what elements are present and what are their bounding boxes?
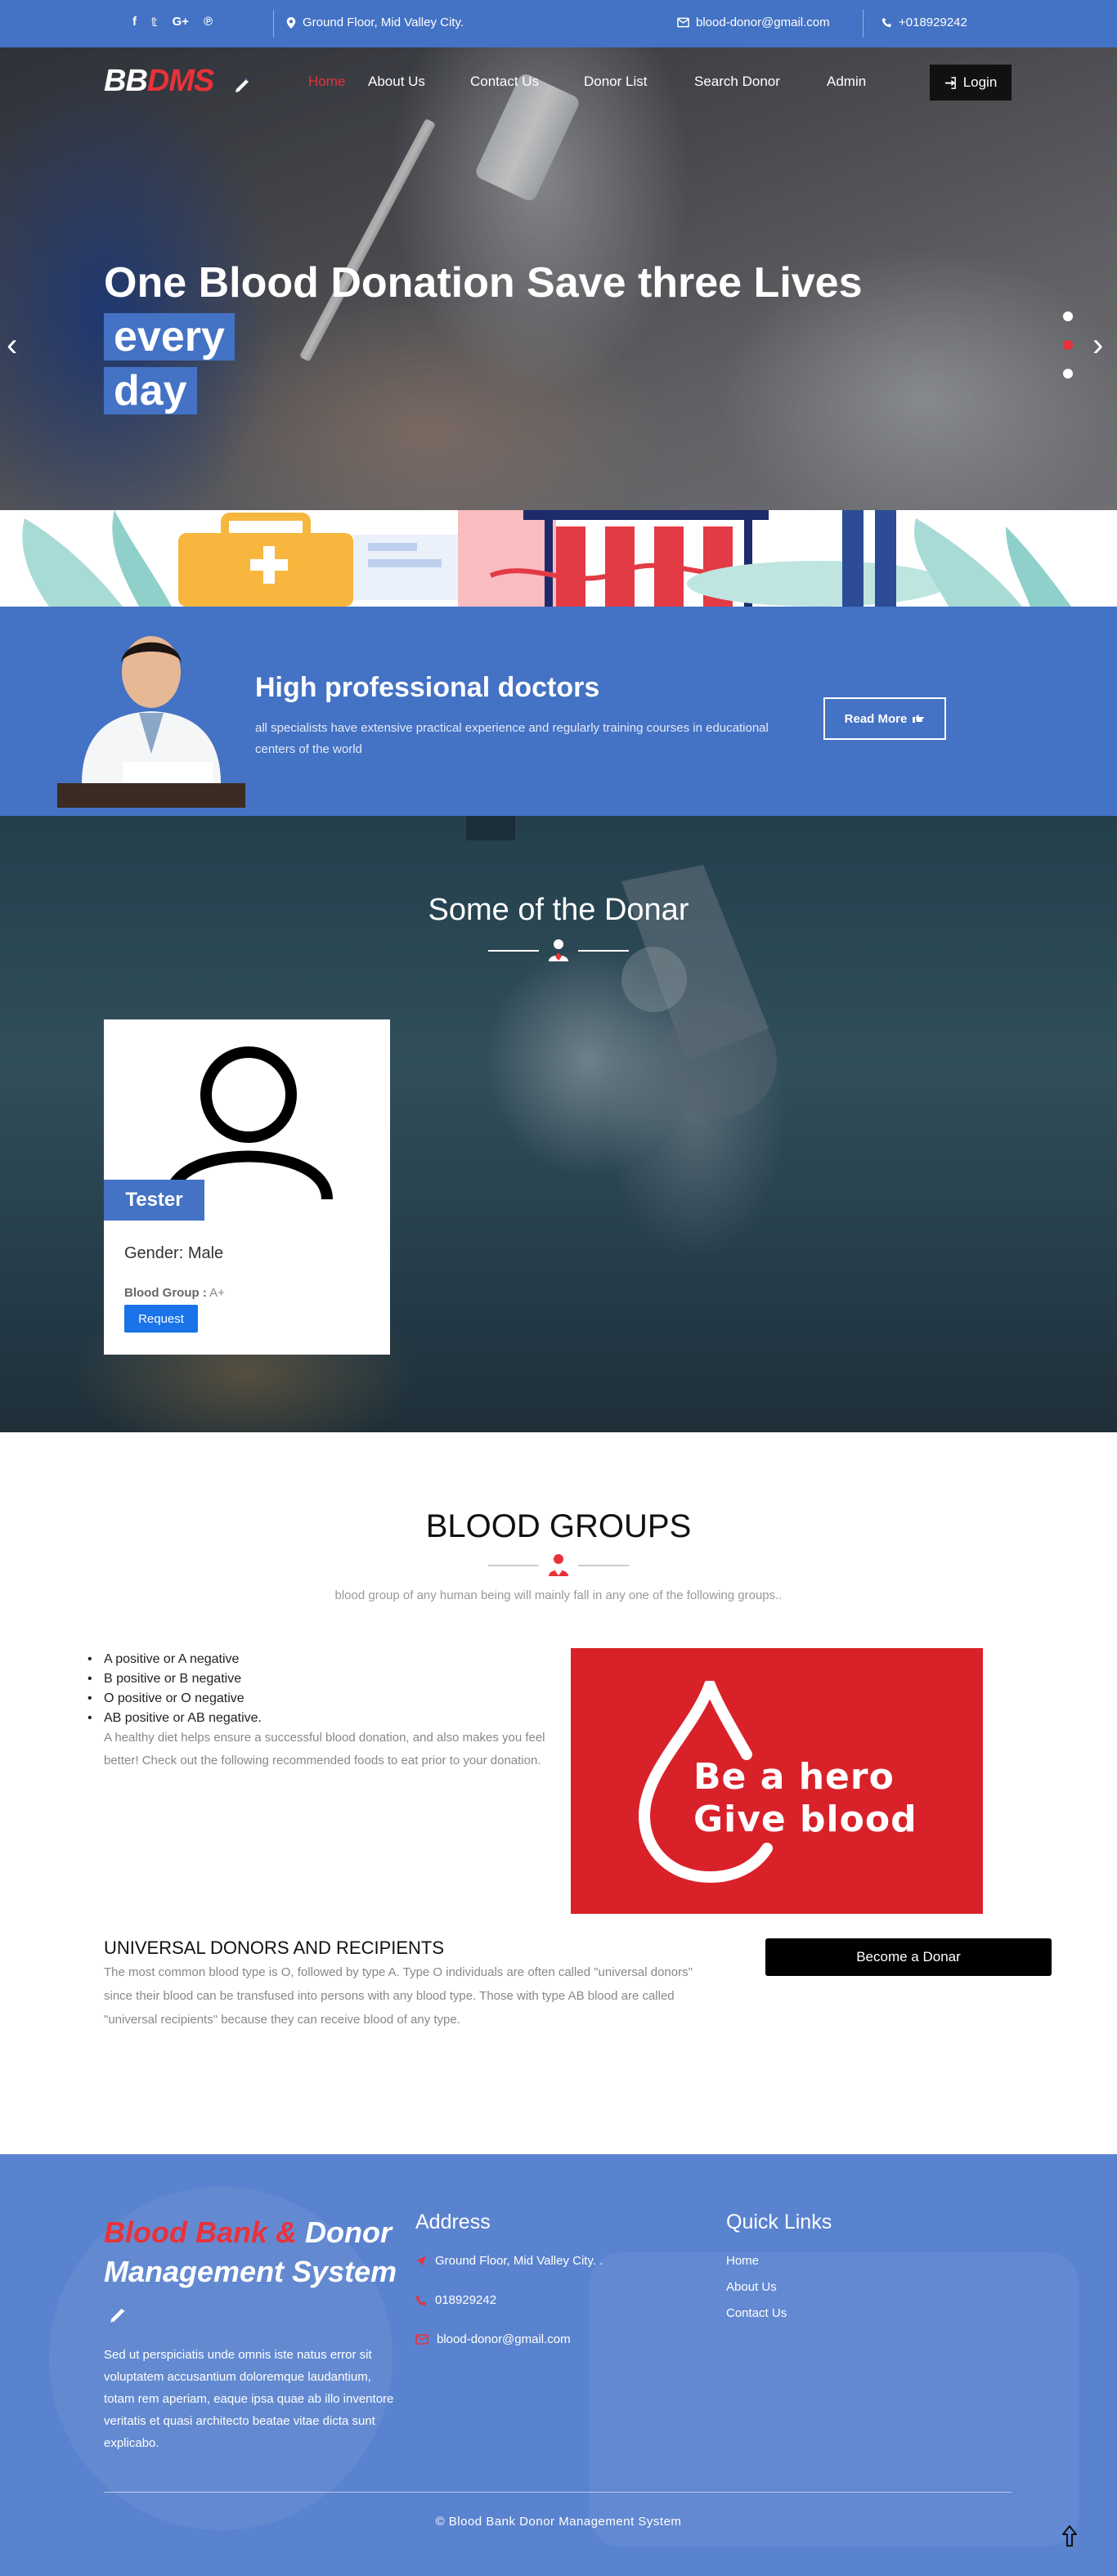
social-links: f 𝕥 G+ ℗ [132, 15, 213, 29]
doctors-description: all specialists have extensive practical… [255, 721, 769, 756]
nav-home[interactable]: Home [308, 74, 345, 90]
hero-title-main: One Blood Donation Save three Lives [104, 259, 863, 307]
pen-icon [110, 2306, 125, 2323]
top-contact-bar: f 𝕥 G+ ℗ Ground Floor, Mid Valley City. … [0, 0, 1117, 47]
doctor-image [57, 636, 245, 808]
slider-dot-3[interactable] [1063, 369, 1073, 379]
topbar-phone-text: +018929242 [899, 16, 967, 29]
site-logo[interactable]: BBDMS [104, 64, 249, 99]
donor-blood-group: Blood Group : A+ [124, 1286, 225, 1300]
nav-about-us[interactable]: About Us [368, 74, 425, 90]
section-divider [488, 939, 629, 961]
blood-groups-subtitle: blood group of any human being will main… [334, 1588, 783, 1602]
donor-name-badge: Tester [104, 1180, 204, 1221]
blood-group-value: A+ [209, 1286, 225, 1300]
universal-donors-title: UNIVERSAL DONORS AND RECIPIENTS [104, 1938, 445, 1958]
image-text-line-2: Give blood [693, 1799, 917, 1840]
medical-illustration [22, 510, 1071, 607]
footer-brand-white-1: Donor [305, 2215, 393, 2249]
hero-title-highlight-2: day [104, 367, 197, 414]
slider-next-arrow[interactable]: › [1092, 327, 1103, 364]
donor-icon [549, 939, 568, 961]
nav-admin[interactable]: Admin [827, 74, 866, 90]
footer-link-home[interactable]: Home [726, 2254, 759, 2268]
hero-title-highlight-1: every [104, 313, 235, 361]
map-marker-icon [286, 16, 296, 29]
login-button[interactable]: Login [930, 65, 1012, 101]
phone-icon [881, 17, 892, 28]
read-more-button[interactable]: Read More [823, 697, 946, 740]
doctors-title: High professional doctors [255, 672, 600, 703]
footer-email[interactable]: blood-donor@gmail.com [415, 2332, 571, 2346]
read-more-label: Read More [844, 711, 908, 726]
footer-divider [104, 2492, 1012, 2493]
topbar-email-text: blood-donor@gmail.com [696, 16, 830, 29]
footer-links-heading: Quick Links [726, 2211, 832, 2233]
healthy-diet-paragraph: A healthy diet helps ensure a successful… [104, 1731, 545, 1767]
list-item: AB positive or AB negative. [87, 1709, 262, 1728]
footer-brand: Blood Bank & Donor Management System [104, 2213, 397, 2292]
divider [863, 10, 864, 38]
become-donor-button[interactable]: Become a Donar [765, 1938, 1052, 1976]
blood-groups-list: A positive or A negative B positive or B… [87, 1650, 262, 1728]
envelope-icon [677, 17, 689, 28]
footer-phone[interactable]: 018929242 [415, 2293, 496, 2307]
slider-dot-1[interactable] [1063, 311, 1073, 321]
sign-in-icon [944, 76, 956, 89]
hand-point-right-icon [913, 715, 925, 723]
request-button[interactable]: Request [124, 1305, 198, 1333]
arrow-up-icon[interactable] [1061, 2524, 1079, 2547]
footer-phone-text: 018929242 [435, 2293, 497, 2307]
phone-icon [415, 2295, 427, 2305]
login-label: Login [962, 74, 998, 90]
footer-brand-white-2: Management System [104, 2255, 397, 2288]
nav-contact-us[interactable]: Contact Us [470, 74, 539, 90]
nav-donor-list[interactable]: Donor List [584, 74, 647, 90]
nav-search-donor[interactable]: Search Donor [694, 74, 780, 90]
location-arrow-icon [415, 2256, 427, 2266]
donors-section-title: Some of the Donar [428, 893, 689, 927]
hero-title: One Blood Donation Save three Lives ever… [104, 256, 1003, 418]
logo-bb: BB [104, 64, 148, 98]
doctors-band [0, 607, 1117, 816]
list-item: B positive or B negative [87, 1669, 262, 1689]
footer-link-contact-us[interactable]: Contact Us [726, 2306, 787, 2320]
pinterest-icon[interactable]: ℗ [204, 15, 213, 29]
topbar-address: Ground Floor, Mid Valley City. [286, 16, 464, 29]
universal-donors-text: The most common blood type is O, followe… [104, 1965, 693, 2027]
section-divider [488, 1554, 629, 1576]
pen-icon [236, 78, 249, 92]
google-plus-icon[interactable]: G+ [173, 15, 189, 29]
topbar-phone[interactable]: +018929242 [881, 16, 967, 29]
slider-prev-arrow[interactable]: ‹ [7, 327, 17, 364]
topbar-address-text: Ground Floor, Mid Valley City. [303, 16, 464, 29]
blood-group-label: Blood Group : [124, 1286, 207, 1300]
list-item: O positive or O negative [87, 1689, 262, 1709]
envelope-icon [415, 2334, 428, 2345]
list-item: A positive or A negative [87, 1650, 262, 1669]
image-text-line-1: Be a hero [693, 1756, 895, 1798]
footer-address-text: Ground Floor, Mid Valley City. . [435, 2254, 603, 2268]
footer-description: Sed ut perspiciatis unde omnis iste natu… [104, 2348, 394, 2450]
logo-dms: DMS [146, 64, 214, 98]
donor-gender: Gender: Male [124, 1244, 224, 1262]
footer-copyright: © Blood Bank Donor Management System [435, 2515, 682, 2529]
footer-email-text: blood-donor@gmail.com [437, 2332, 571, 2346]
donor-icon [549, 1554, 568, 1576]
divider [273, 10, 274, 38]
twitter-icon[interactable]: 𝕥 [151, 15, 158, 29]
footer-address-heading: Address [415, 2211, 491, 2233]
blood-groups-title: BLOOD GROUPS [425, 1508, 692, 1544]
facebook-icon[interactable]: f [132, 15, 137, 29]
be-a-hero-image: Be a hero Give blood [571, 1648, 983, 1914]
footer-address: Ground Floor, Mid Valley City. . [415, 2254, 603, 2268]
topbar-email[interactable]: blood-donor@gmail.com [677, 16, 830, 29]
footer-brand-red: Blood Bank & [104, 2215, 298, 2249]
slider-dot-2[interactable] [1063, 340, 1073, 350]
medical-illustration-strip [0, 510, 1117, 607]
footer-link-about-us[interactable]: About Us [726, 2280, 777, 2294]
